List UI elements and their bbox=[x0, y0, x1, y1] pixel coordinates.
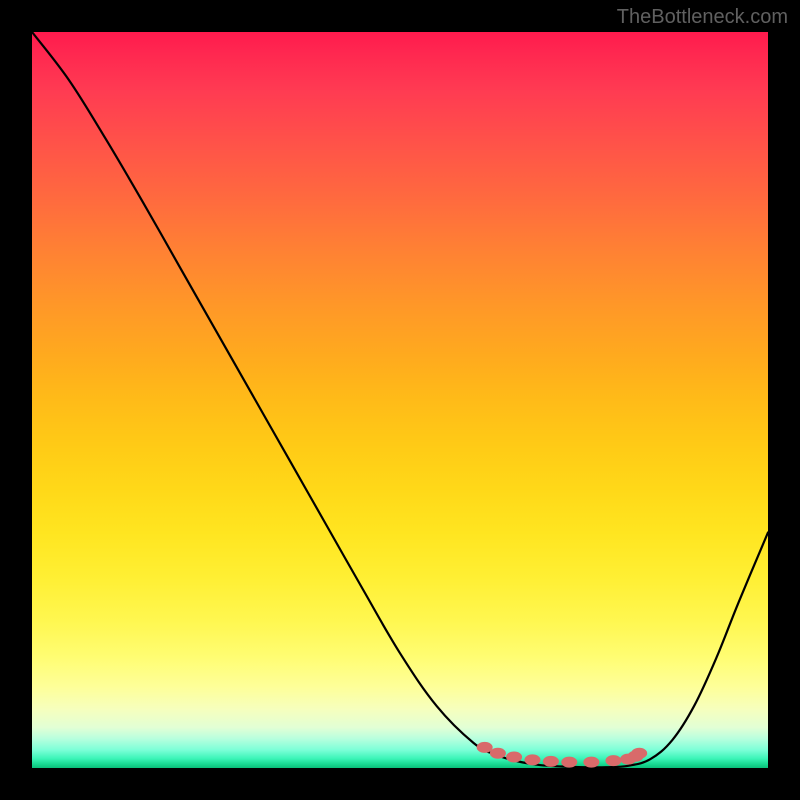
highlight-dot bbox=[631, 748, 647, 759]
attribution-text: TheBottleneck.com bbox=[617, 6, 788, 29]
chart-plot-area bbox=[32, 32, 768, 768]
highlight-dot bbox=[583, 757, 599, 768]
highlight-dot bbox=[524, 754, 540, 765]
bottleneck-curve-path bbox=[32, 32, 768, 767]
highlight-dot bbox=[477, 742, 493, 753]
highlight-dot bbox=[605, 755, 621, 766]
highlight-dot bbox=[561, 757, 577, 768]
highlight-dot bbox=[490, 748, 506, 759]
highlight-dot bbox=[543, 756, 559, 767]
chart-svg bbox=[32, 32, 768, 768]
highlight-dots-group bbox=[477, 742, 648, 768]
highlight-dot bbox=[506, 751, 522, 762]
